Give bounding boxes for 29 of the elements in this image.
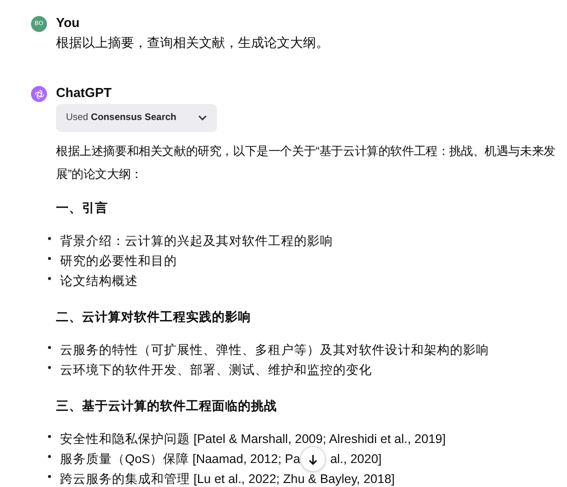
- message-paragraph: 根据上述摘要和相关文献的研究，以下是一个关于“基于云计算的软件工程：挑战、机遇与未来发展”的论文大纲：: [56, 143, 556, 183]
- assistant-avatar-icon: [31, 86, 47, 102]
- list-item-text: 云环境下的软件开发、部署、测试、维护和监控的变化: [60, 362, 372, 379]
- bullet-icon: [48, 435, 51, 438]
- section-heading: 一、引言: [56, 200, 109, 217]
- section-heading: 二、云计算对软件工程实践的影响: [56, 309, 252, 326]
- bullet-icon: [48, 277, 51, 280]
- bullet-icon: [48, 475, 51, 478]
- arrow-down-icon: [308, 454, 318, 464]
- tool-dropdown[interactable]: Used Consensus Search: [56, 104, 217, 132]
- author-name: ChatGPT: [56, 85, 113, 101]
- bullet-icon: [48, 366, 51, 369]
- chevron-icon: [198, 115, 207, 121]
- list-item-text: 服务质量（QoS）保障 [Naamad, 2012; Pa: [60, 450, 300, 468]
- list-item-text: al., 2020]: [330, 450, 382, 468]
- list-item-text: 论文结构概述: [60, 272, 138, 290]
- list-item-text: 跨云服务的集成和管理 [Lu et al., 2022; Zhu & Bayley, 2018]: [60, 470, 395, 487]
- bullet-icon: [48, 346, 51, 349]
- author-name: You: [56, 15, 81, 31]
- section-heading: 三、基于云计算的软件工程面临的挑战: [56, 398, 278, 415]
- bullet-icon: [48, 237, 51, 240]
- list-item-text: 背景介绍：云计算的兴起及其对软件工程的影响: [60, 232, 333, 250]
- bullet-icon: [48, 257, 51, 260]
- list-item-text: 研究的必要性和目的: [60, 252, 177, 270]
- message-text: 根据以上摘要，查询相关文献，生成论文大纲。: [56, 34, 329, 52]
- scroll-down-button[interactable]: [300, 446, 326, 472]
- list-item-text: 安全性和隐私保护问题 [Patel & Marshall, 2009; Alreshidi et al., 2019]: [60, 430, 446, 448]
- bullet-icon: [48, 455, 51, 458]
- list-item-text: 云服务的特性（可扩展性、弹性、多租户等）及其对软件设计和架构的影响: [60, 342, 489, 359]
